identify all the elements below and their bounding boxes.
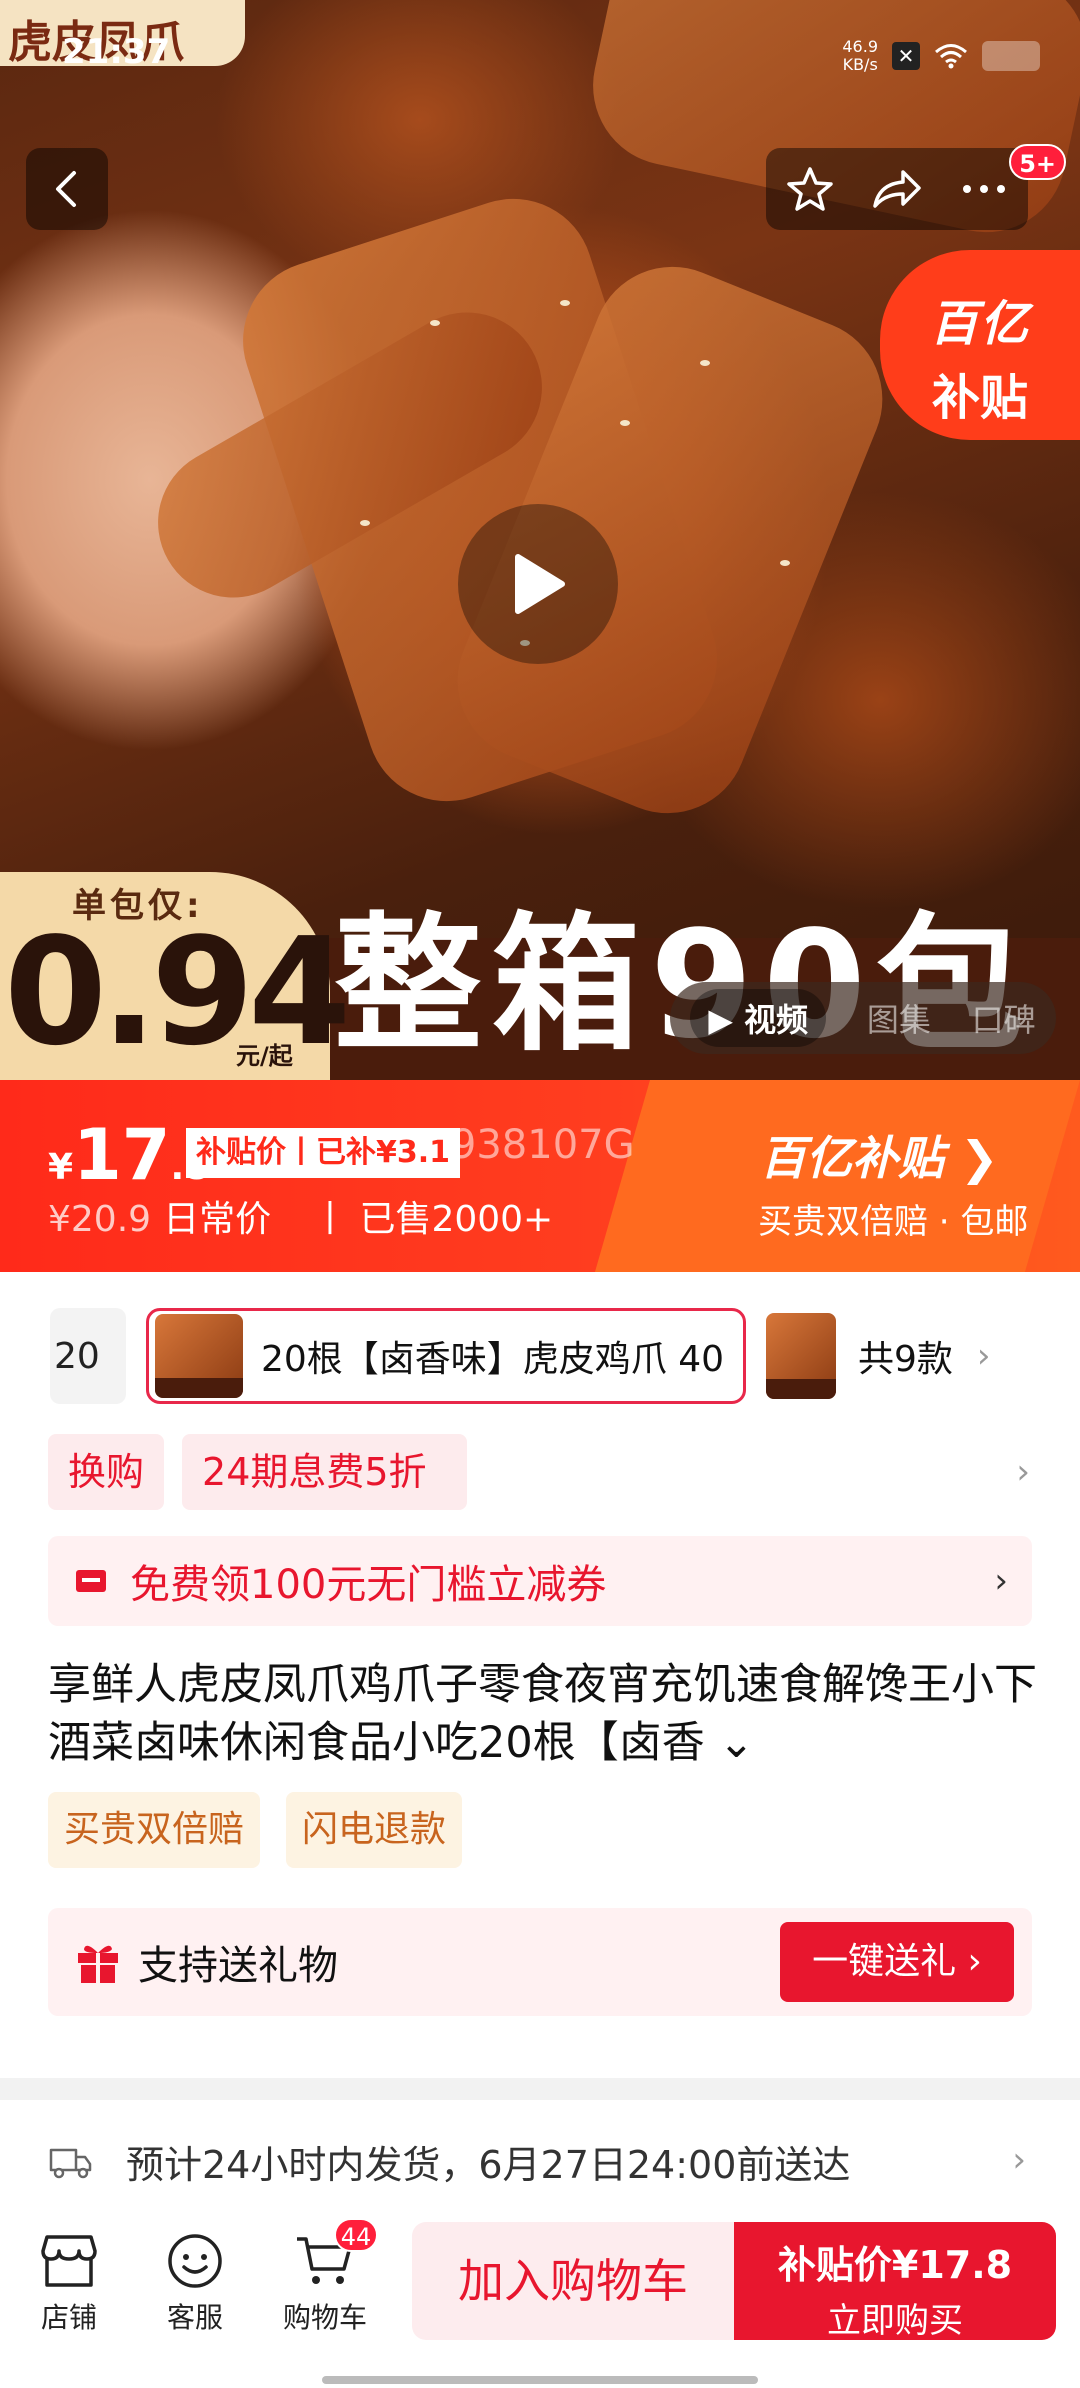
- service-badges: 买贵双倍赔 闪电退款: [48, 1792, 463, 1868]
- home-indicator[interactable]: [322, 2376, 758, 2384]
- sesame-dot: [620, 420, 630, 426]
- nav-store-label: 店铺: [40, 2301, 97, 2334]
- pill-exchange[interactable]: 换购: [48, 1434, 165, 1510]
- sku-thumbnail: [155, 1314, 243, 1398]
- gift-banner: 支持送礼物 一键送礼 ›: [48, 1908, 1032, 2016]
- sku-option-selected[interactable]: 20根【卤香味】虎皮鸡爪 40: [146, 1308, 746, 1404]
- favorite-button[interactable]: [775, 154, 845, 224]
- battery-icon: [982, 41, 1040, 71]
- subsidy-corner-badge: 百亿 补贴: [880, 250, 1080, 440]
- sesame-dot: [360, 520, 370, 526]
- sesame-dot: [430, 320, 440, 326]
- star-icon: [786, 167, 833, 211]
- chevron-left-icon: [56, 171, 76, 207]
- chevron-right-icon[interactable]: ›: [977, 1336, 991, 1376]
- original-price: ¥20.9 日常价: [48, 1190, 271, 1242]
- net-speed: 46.9 KB/s: [842, 37, 878, 74]
- billion-subsidy-sub: 买贵双倍赔 · 包邮: [758, 1202, 1029, 1242]
- nav-cart[interactable]: 44 购物车: [270, 2218, 380, 2336]
- sku-selector: 20 20根【卤香味】虎皮鸡爪 40 共9款 ›: [50, 1308, 1040, 1404]
- sold-count: 丨 已售2000+: [312, 1199, 554, 1240]
- share-icon: [873, 170, 921, 208]
- original-price-label: 日常价: [163, 1199, 272, 1240]
- product-info-card: 20 20根【卤香味】虎皮鸡爪 40 共9款 › 换购 24期息费5折 › 免费…: [0, 1272, 1080, 2078]
- gift-text: 支持送礼物: [138, 1943, 338, 1989]
- status-x-icon: ✕: [892, 42, 920, 70]
- badge-fast-refund[interactable]: 闪电退款: [286, 1792, 463, 1868]
- status-time: 21:37: [62, 32, 171, 72]
- buy-now-price: 补贴价¥17.8: [777, 2243, 1013, 2287]
- add-to-cart-button[interactable]: 加入购物车: [412, 2222, 734, 2340]
- sesame-dot: [560, 300, 570, 306]
- billion-subsidy-link[interactable]: 百亿补贴 ❯: [760, 1122, 999, 1188]
- chevron-right-icon: ›: [1012, 2140, 1026, 2180]
- price-integer: 17: [73, 1114, 171, 1196]
- sesame-dot: [700, 360, 710, 366]
- service-icon: [168, 2234, 222, 2288]
- nav-service-label: 客服: [166, 2301, 223, 2334]
- media-tabs: ▶ 视频 图集 口碑: [670, 982, 1056, 1054]
- tab-video[interactable]: ▶ 视频: [690, 989, 827, 1047]
- subsidy-price-bar: ¥17.8 53938107G 补贴价丨已补¥3.1 ¥20.9日常价 丨 已售…: [0, 1080, 1080, 1272]
- tab-gallery[interactable]: 图集: [867, 995, 931, 1041]
- subsidy-corner-line2: 补贴: [931, 370, 1028, 426]
- badge-double-compensation[interactable]: 买贵双倍赔: [48, 1792, 261, 1868]
- store-icon: [41, 2235, 97, 2287]
- top-action-group: [766, 148, 1028, 230]
- buy-now-label: 立即购买: [827, 2301, 963, 2341]
- nav-service[interactable]: 客服: [140, 2226, 250, 2336]
- unit-price-unit: 元/起: [236, 1042, 293, 1070]
- delivery-text: 预计24小时内发货，6月27日24:00前送达: [126, 2143, 851, 2187]
- pill-installment[interactable]: 24期息费5折: [182, 1434, 467, 1510]
- coupon-text: 免费领100元无门槛立减券: [130, 1562, 607, 1608]
- coupon-icon: [76, 1570, 106, 1592]
- status-icons: 46.9 KB/s ✕: [842, 38, 1040, 74]
- subsidy-tag: 补贴价丨已补¥3.1: [186, 1128, 461, 1178]
- unit-price-value: 0.94: [4, 906, 351, 1078]
- chevron-right-icon: ›: [994, 1561, 1008, 1601]
- nav-store[interactable]: 店铺: [14, 2226, 124, 2336]
- sku-option-next[interactable]: [766, 1313, 836, 1399]
- notification-badge: 5+: [1009, 144, 1066, 180]
- product-title[interactable]: 享鲜人虎皮凤爪鸡爪子零食夜宵充饥速食解馋王小下酒菜卤味休闲食品小吃20根【卤香 …: [48, 1656, 1038, 1772]
- sesame-dot: [780, 560, 790, 566]
- wifi-icon: [935, 44, 967, 69]
- original-price-value: ¥20.9: [48, 1199, 152, 1240]
- play-icon: [515, 554, 565, 614]
- nav-cart-label: 购物车: [282, 2301, 367, 2334]
- back-button[interactable]: [26, 148, 108, 230]
- cart-count-badge: 44: [334, 2218, 378, 2252]
- truck-icon: [49, 2148, 92, 2179]
- share-button[interactable]: [862, 154, 932, 224]
- chevron-right-icon[interactable]: ›: [1016, 1452, 1030, 1492]
- gift-icon: [78, 1945, 118, 1983]
- buy-now-button[interactable]: 补贴价¥17.8 立即购买: [734, 2222, 1056, 2341]
- unit-price-panel: 单包仅: 0.94 元/起: [0, 872, 351, 1080]
- send-gift-button[interactable]: 一键送礼 ›: [780, 1922, 1014, 2002]
- sku-total-count[interactable]: 共9款: [858, 1330, 953, 1382]
- tab-video-label: 视频: [744, 1001, 809, 1039]
- more-icon: [963, 185, 1006, 193]
- coupon-banner[interactable]: 免费领100元无门槛立减券 ›: [48, 1536, 1032, 1626]
- bottom-action-bar: 店铺 客服 44 购物车 加入购物车 补贴价¥17.8 立即购买: [0, 2196, 1080, 2388]
- currency-symbol: ¥: [48, 1147, 74, 1188]
- tab-reviews[interactable]: 口碑: [972, 995, 1036, 1041]
- play-video-button[interactable]: [458, 504, 618, 664]
- product-media-hero[interactable]: 虎皮凤爪 21:37 46.9 KB/s ✕ 5+ 百亿 补贴 整箱90包 单包…: [0, 0, 1080, 1080]
- subsidy-corner-line1: 百亿: [929, 296, 1030, 352]
- promo-pill-row: 换购 24期息费5折: [48, 1434, 467, 1510]
- sku-selected-label: 20根【卤香味】虎皮鸡爪 40: [261, 1339, 725, 1380]
- sku-option-prev[interactable]: 20: [50, 1308, 126, 1404]
